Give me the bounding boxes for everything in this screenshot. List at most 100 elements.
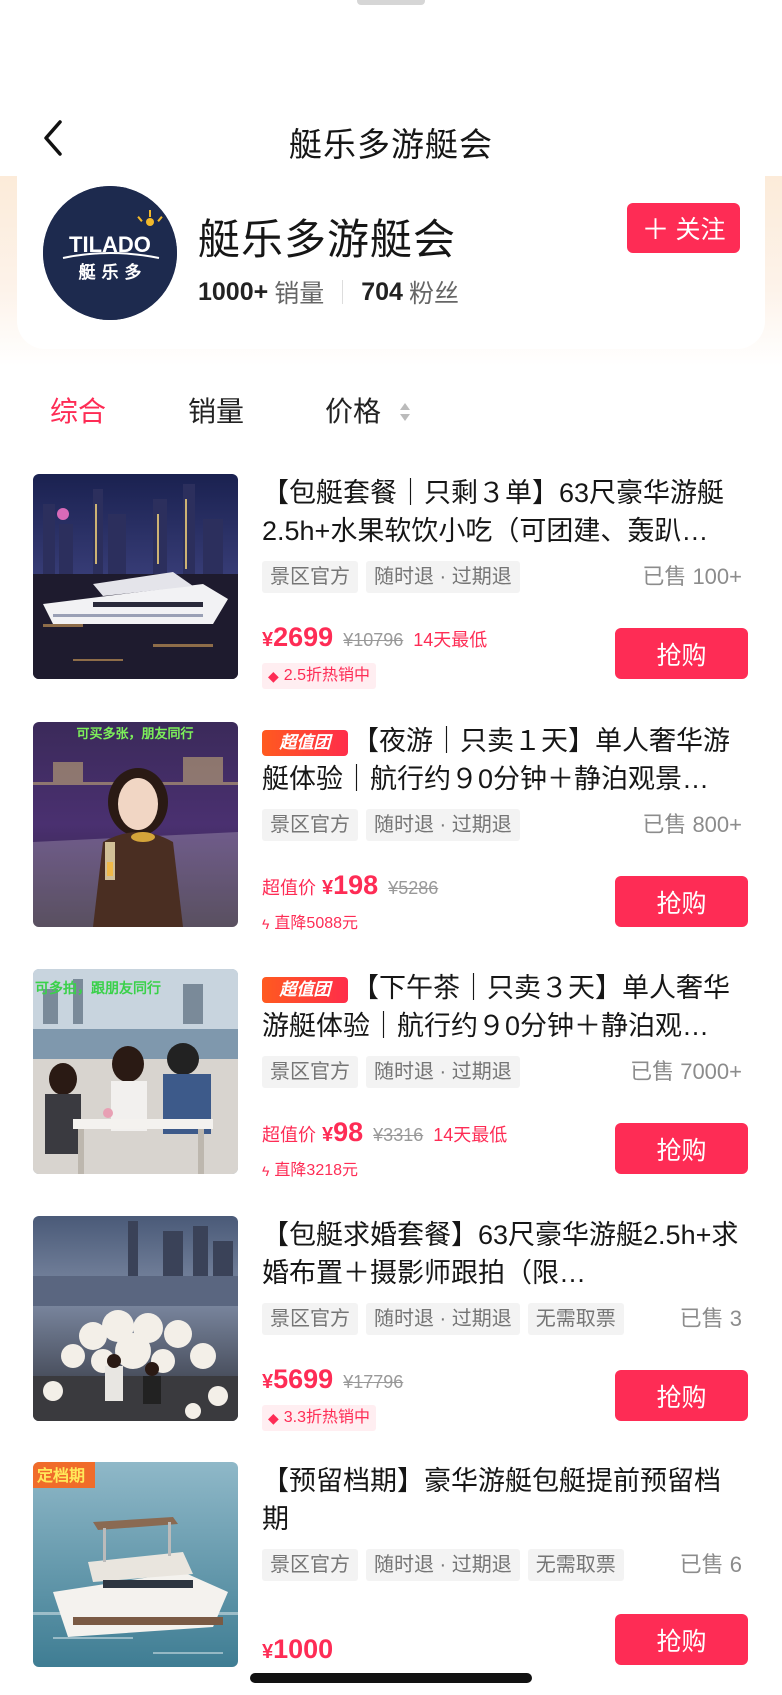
follow-label: 关注 xyxy=(675,216,726,244)
original-price: ¥3316 xyxy=(373,1125,424,1145)
tag-official: 景区官方 xyxy=(262,1549,358,1581)
price: 2699 xyxy=(273,622,334,652)
tag-refund: 随时退 · 过期退 xyxy=(366,1056,520,1088)
shop-stats: 1000+ 销量 704 粉丝 xyxy=(198,274,459,310)
original-price: ¥10796 xyxy=(343,630,404,650)
shop-name: 艇乐多游艇会 xyxy=(198,216,457,263)
price-row: 超值价 ¥ 198 ¥5286 xyxy=(262,870,448,901)
lowest-price-label: 14天最低 xyxy=(413,630,488,650)
tag-refund: 随时退 · 过期退 xyxy=(366,561,520,593)
lightning-icon: ϟ xyxy=(262,916,270,932)
tag-refund: 随时退 · 过期退 xyxy=(366,809,520,841)
discount-badge: ϟ 直降5088元 xyxy=(262,911,358,937)
product-title[interactable]: 【包艇求婚套餐】63尺豪华游艇2.5h+求婚布置＋摄影师跟拍（限… xyxy=(262,1216,747,1292)
home-indicator xyxy=(250,1673,532,1683)
currency-symbol: ¥ xyxy=(322,1124,334,1146)
shop-card: TILADO 艇 乐 多 艇乐多游艇会 1000+ 销量 704 粉丝 ＋ 关注 xyxy=(17,176,765,349)
tag-no-ticket: 无需取票 xyxy=(527,1549,624,1581)
super-deal-badge: 超值团 xyxy=(262,730,348,756)
tab-comprehensive[interactable]: 综合 xyxy=(50,390,106,430)
thumb-caption: 可买多张，朋友同行 xyxy=(76,726,193,742)
sold-count: 已售 3 xyxy=(679,1306,742,1331)
tag-official: 景区官方 xyxy=(262,1303,358,1335)
buy-button[interactable]: 抢购 xyxy=(615,628,748,679)
price-label: 超值价 xyxy=(262,878,316,898)
currency-symbol: ¥ xyxy=(262,629,274,651)
discount-text: 2.5折热销中 xyxy=(283,667,371,684)
buy-button[interactable]: 抢购 xyxy=(615,876,748,927)
price-label: 超值价 xyxy=(262,1125,316,1145)
product-card[interactable]: 可买多张，朋友同行 超值团 【夜游｜只卖１天】单人奢华游艇体验｜航行约９0分钟＋静… xyxy=(0,722,782,932)
status-notch xyxy=(357,0,425,5)
price-row: ¥ 2699 ¥10796 14天最低 xyxy=(262,622,487,653)
product-card[interactable]: 【包艇求婚套餐】63尺豪华游艇2.5h+求婚布置＋摄影师跟拍（限… 景区官方 随… xyxy=(0,1216,782,1431)
product-tags: 景区官方 随时退 · 过期退 xyxy=(262,809,520,841)
thumb-caption: 定档期 xyxy=(36,1466,85,1485)
fans-label: 粉丝 xyxy=(408,280,459,308)
sales-label: 销量 xyxy=(274,280,325,308)
product-image-night-cruise[interactable]: 可买多张，朋友同行 xyxy=(33,722,238,927)
tag-refund: 随时退 · 过期退 xyxy=(366,1549,520,1581)
sales-count: 1000+ xyxy=(198,277,269,306)
price-row: 超值价 ¥ 98 ¥3316 14天最低 xyxy=(262,1117,507,1148)
product-card[interactable]: 可多拍，跟朋友同行 超值团 【下午茶｜只卖３天】单人奢华游艇体验｜航行约９0分钟＋… xyxy=(0,969,782,1179)
sold-count: 已售 7000+ xyxy=(630,1059,742,1084)
lightning-icon: ϟ xyxy=(262,1163,270,1179)
price: 98 xyxy=(333,1117,364,1147)
nav-bar: 艇乐多游艇会 xyxy=(0,100,782,176)
buy-button[interactable]: 抢购 xyxy=(615,1370,748,1421)
lowest-price-label: 14天最低 xyxy=(433,1125,508,1145)
currency-symbol: ¥ xyxy=(322,877,334,899)
product-card[interactable]: 定档期 【预留档期】豪华游艇包艇提前预留档期 景区官方 随时退 · 过期退 无需… xyxy=(0,1462,782,1672)
product-image-afternoon-tea[interactable]: 可多拍，跟朋友同行 xyxy=(33,969,238,1174)
stats-divider xyxy=(342,280,344,304)
price-row: ¥ 5699 ¥17796 xyxy=(262,1364,413,1395)
thumb-caption: 可多拍，跟朋友同行 xyxy=(35,980,161,997)
shop-logo[interactable]: TILADO 艇 乐 多 xyxy=(43,186,177,320)
buy-button[interactable]: 抢购 xyxy=(615,1614,748,1665)
sold-count: 已售 100+ xyxy=(642,564,742,589)
discount-text: 直降3218元 xyxy=(274,1162,359,1179)
buy-button[interactable]: 抢购 xyxy=(615,1123,748,1174)
product-image-yacht-night[interactable] xyxy=(33,474,238,679)
tag-official: 景区官方 xyxy=(262,1056,358,1088)
tag-official: 景区官方 xyxy=(262,809,358,841)
tab-sales[interactable]: 销量 xyxy=(188,390,244,430)
price: 1000 xyxy=(273,1634,334,1664)
plus-icon: ＋ xyxy=(641,214,670,245)
tag-official: 景区官方 xyxy=(262,561,358,593)
original-price: ¥17796 xyxy=(343,1372,404,1392)
price-row: ¥ 1000 xyxy=(262,1634,343,1665)
sort-toggle-icon xyxy=(399,402,410,421)
discount-badge: ◆ 2.5折热销中 xyxy=(262,663,377,689)
tag-icon: ◆ xyxy=(268,1410,279,1426)
product-title[interactable]: 【预留档期】豪华游艇包艇提前预留档期 xyxy=(262,1462,747,1538)
product-tags: 景区官方 随时退 · 过期退 无需取票 xyxy=(262,1549,624,1581)
currency-symbol: ¥ xyxy=(262,1371,274,1393)
original-price: ¥5286 xyxy=(388,878,439,898)
sold-count: 已售 800+ xyxy=(642,812,742,837)
super-deal-badge: 超值团 xyxy=(262,977,348,1003)
currency-symbol: ¥ xyxy=(262,1641,274,1663)
tag-refund: 随时退 · 过期退 xyxy=(366,1303,520,1335)
tag-icon: ◆ xyxy=(268,668,279,684)
product-tags: 景区官方 随时退 · 过期退 xyxy=(262,561,520,593)
product-tags: 景区官方 随时退 · 过期退 无需取票 xyxy=(262,1303,624,1335)
discount-badge: ◆ 3.3折热销中 xyxy=(262,1405,377,1431)
product-card[interactable]: 【包艇套餐｜只剩３单】63尺豪华游艇2.5h+水果软饮小吃（可团建、轰趴… 景区… xyxy=(0,474,782,689)
discount-text: 直降5088元 xyxy=(274,915,359,932)
tag-no-ticket: 无需取票 xyxy=(527,1303,624,1335)
product-image-yacht-day[interactable]: 定档期 xyxy=(33,1462,238,1667)
follow-button[interactable]: ＋ 关注 xyxy=(627,203,740,253)
product-image-proposal[interactable] xyxy=(33,1216,238,1421)
logo-text-cn: 艇 乐 多 xyxy=(78,262,142,283)
product-title[interactable]: 超值团 【夜游｜只卖１天】单人奢华游艇体验｜航行约９0分钟＋静泊观景… xyxy=(262,722,747,798)
product-title[interactable]: 【包艇套餐｜只剩３单】63尺豪华游艇2.5h+水果软饮小吃（可团建、轰趴… xyxy=(262,474,747,550)
discount-badge: ϟ 直降3218元 xyxy=(262,1158,358,1184)
fans-count: 704 xyxy=(361,277,403,306)
price: 5699 xyxy=(273,1364,334,1394)
sold-count: 已售 6 xyxy=(679,1552,742,1577)
product-title[interactable]: 超值团 【下午茶｜只卖３天】单人奢华游艇体验｜航行约９0分钟＋静泊观… xyxy=(262,969,747,1045)
product-tags: 景区官方 随时退 · 过期退 xyxy=(262,1056,520,1088)
tab-price[interactable]: 价格 xyxy=(325,390,411,430)
